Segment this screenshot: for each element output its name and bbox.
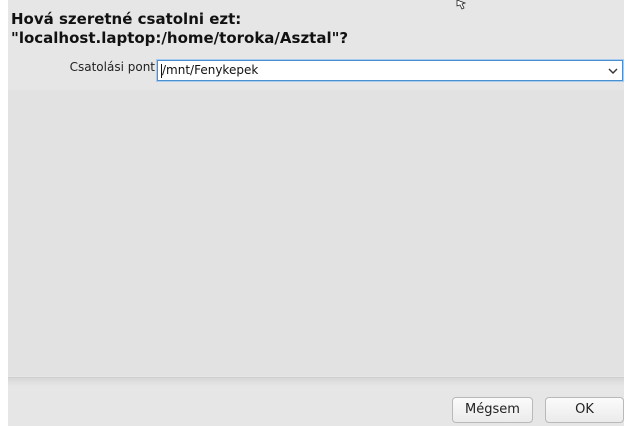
ok-button[interactable]: OK <box>545 397 624 423</box>
mount-point-label: Csatolási pont <box>69 60 155 74</box>
mount-dialog: Hová szeretné csatolni ezt: "localhost.l… <box>8 0 624 426</box>
dialog-question: Hová szeretné csatolni ezt: "localhost.l… <box>11 10 349 47</box>
empty-content-area <box>8 90 624 376</box>
mount-point-combobox[interactable]: /mnt/Fenykepek <box>157 60 623 81</box>
cancel-button[interactable]: Mégsem <box>452 397 533 423</box>
mount-point-row: Csatolási pont /mnt/Fenykepek <box>8 56 624 84</box>
chevron-down-icon[interactable] <box>604 61 622 80</box>
mount-point-value[interactable]: /mnt/Fenykepek <box>162 63 258 77</box>
button-separator <box>8 377 624 386</box>
mouse-pointer-icon <box>454 0 468 16</box>
